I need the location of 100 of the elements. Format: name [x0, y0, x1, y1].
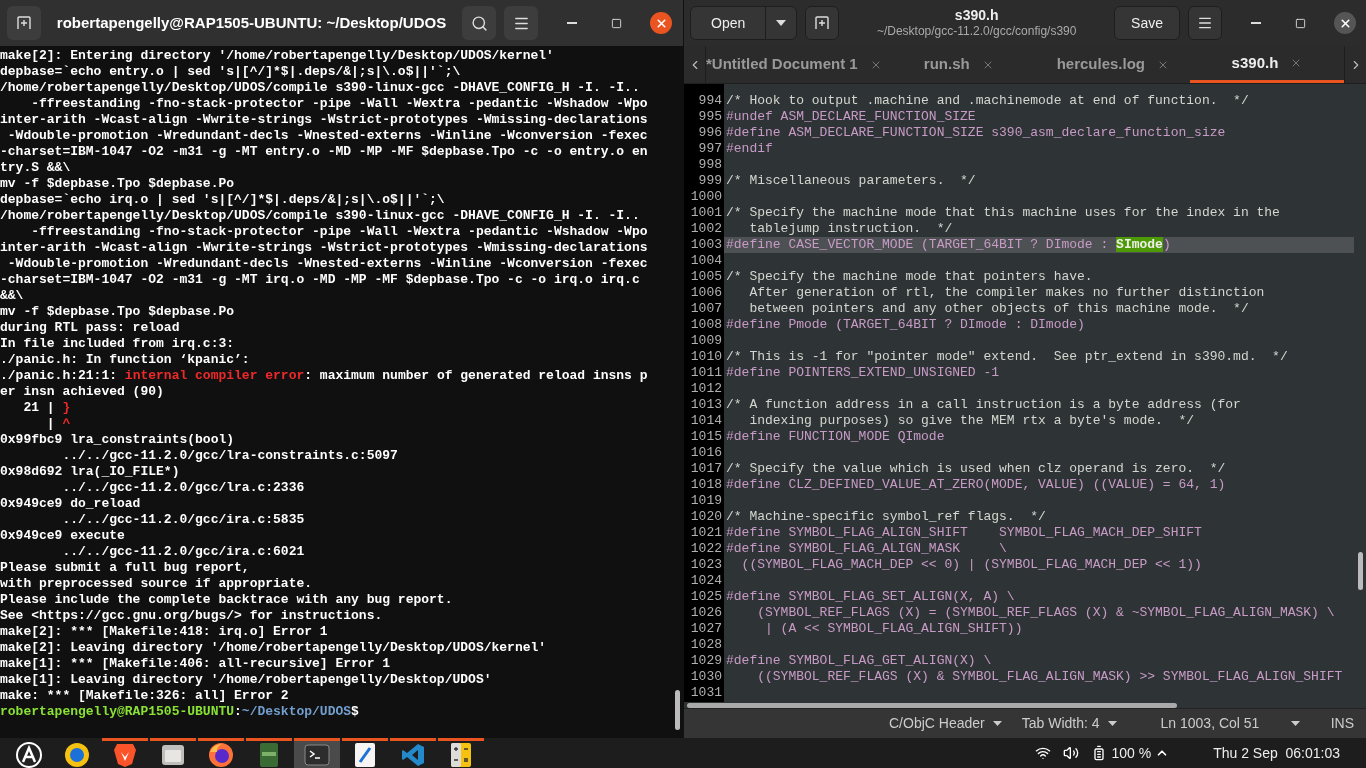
code-line: #define Pmode (TARGET_64BIT ? DImode : DImode) [725, 317, 1086, 333]
language-dropdown[interactable]: C/ObjC Header [889, 713, 1002, 734]
search-button[interactable] [462, 6, 496, 40]
tab-width-dropdown[interactable]: Tab Width: 4 [1021, 713, 1117, 734]
line-number: 1016 [690, 445, 722, 460]
scrollbar-thumb[interactable] [1358, 552, 1363, 590]
line-number: 1010 [690, 349, 722, 364]
code-line: #define SYMBOL_FLAG_SET_ALIGN(X, A) \ [725, 589, 1016, 605]
line-number: 999 [698, 173, 722, 188]
terminal-line: 0x98d692 lra(_IO_FILE*) [0, 464, 180, 480]
document-tab[interactable]: hercules.log [1035, 46, 1190, 83]
close-button[interactable] [1334, 12, 1356, 34]
line-number: 1003 [690, 237, 722, 252]
code-line: /* Specify the machine mode that pointers have. [725, 269, 1094, 285]
code-line: /* This is -1 for "pointer mode" extend. See ptr_extend in s390.md. */ [725, 349, 1289, 365]
terminal-line: mv -f $depbase.Tpo $depbase.Po [0, 304, 235, 320]
insert-mode: INS [1330, 714, 1354, 733]
caret-icon [992, 721, 1002, 726]
pencil-page-icon [354, 741, 376, 768]
line-number: 1028 [690, 637, 722, 652]
terminal-line: depbase=`echo entry.o | sed 's|[^/]*$|.deps/&|;s|\.o$||'`;\ [0, 64, 461, 80]
line-number: 1021 [690, 525, 722, 540]
code-line: After generation of rtl, the compiler makes no further distinction [748, 285, 1266, 301]
save-button[interactable]: Save [1114, 6, 1180, 40]
code-line: /* Specify the value which is used when clz operand is zero. */ [725, 461, 1227, 477]
line-number: 1026 [690, 605, 722, 620]
terminal-line: ../../gcc-11.2.0/gcc/ira.c:5835 [61, 512, 305, 528]
minimize-icon [1251, 22, 1261, 24]
terminal-line: make[2]: *** [Makefile:418: irq.o] Error 1 [0, 624, 328, 640]
new-tab-icon [15, 14, 33, 32]
code-line: #define SYMBOL_FLAG_ALIGN_MASK \ [725, 541, 1008, 557]
code-line: #define CLZ_DEFINED_VALUE_AT_ZERO(MODE, VALUE) ((VALUE) = 64, 1) [725, 477, 1227, 493]
code-line: ((SYMBOL_REF_FLAGS (X) & SYMBOL_FLAG_ALIGN_MASK) >> SYMBOL_FLAG_ALIGN_SHIFT [756, 669, 1344, 685]
terminal-line: ./panic.h:21:1: internal compiler error: maximum number of generated reload insns p [0, 368, 648, 384]
terminal-line: /home/robertapengelly/Desktop/UDOS/compile s390-linux-gcc -DHAVE_CONFIG_H -I. -I.. [0, 208, 640, 224]
terminal-line: try.S &&\ [0, 160, 71, 176]
terminal-line: robertapengelly@RAP1505-UBUNTU:~/Desktop/UDOS$ [0, 704, 360, 720]
line-number: 998 [698, 157, 722, 172]
caret-icon [1291, 721, 1301, 726]
dock-item[interactable] [246, 738, 292, 768]
terminal-line: 0x99fbc9 lra_constraints(bool) [0, 432, 235, 448]
terminal-line: depbase=`echo irq.o | sed 's|[^/]*$|.deps/&|;s|\.o$||'`;\ [0, 192, 445, 208]
code-line: between pointers and any other objects of this machine mode. */ [748, 301, 1250, 317]
dock-item[interactable] [198, 738, 244, 768]
terminal-line: /home/robertapengelly/Desktop/UDOS/compile s390-linux-gcc -DHAVE_CONFIG_H -I. -I.. [0, 80, 640, 96]
line-number: 1014 [690, 413, 722, 428]
code-line: #define SYMBOL_FLAG_ALIGN_SHIFT SYMBOL_FLAG_MACH_DEP_SHIFT [725, 525, 1203, 541]
cursor-position-dropdown[interactable]: Ln 1003, Col 51 [1160, 713, 1301, 734]
line-number: 1027 [690, 621, 722, 636]
document-tab[interactable]: run.sh [881, 46, 1036, 83]
line-number: 994 [698, 93, 722, 108]
wifi-icon[interactable] [1035, 745, 1052, 761]
maximize-icon [610, 17, 622, 29]
terminal-line: inter-arith -Wcast-align -Wwrite-strings -Wstrict-prototypes -Wmissing-declarations [0, 240, 648, 256]
scrollbar-thumb[interactable] [675, 690, 680, 730]
code-line: #define POINTERS_EXTEND_UNSIGNED -1 [725, 365, 1001, 381]
code-line: #define SYMBOL_FLAG_GET_ALIGN(X) \ [725, 653, 993, 669]
terminal-line: 0x949ce9 do_reload [0, 496, 141, 512]
terminal-line: inter-arith -Wcast-align -Wwrite-strings -Wstrict-prototypes -Wmissing-declarations [0, 112, 648, 128]
caret-icon [776, 20, 787, 26]
folder-icon [161, 742, 185, 767]
volume-icon[interactable] [1063, 745, 1080, 761]
new-tab-button[interactable] [805, 6, 840, 40]
terminal-line: make[1]: *** [Makefile:406: all-recursive] Error 1 [0, 656, 391, 672]
code-line: /* Miscellaneous parameters. */ [725, 173, 977, 189]
terminal-line: with preprocessed source if appropriate. [0, 576, 313, 592]
code-line: indexing purposes) so give the MEM rtx a byte's mode. */ [748, 413, 1196, 429]
terminal-line: See <https://gcc.gnu.org/bugs/> for instructions. [0, 608, 383, 624]
terminal-line: during RTL pass: reload [0, 320, 180, 336]
globe-icon [64, 741, 90, 768]
terminal-line: -ffreestanding -fno-stack-protector -pipe -Wall -Wextra -pedantic -Wshadow -Wpo [30, 224, 648, 240]
terminal-line: Please include the complete backtrace with any bug report. [0, 592, 453, 608]
lion-shield-icon [113, 741, 137, 768]
document-tab[interactable]: s390.h [1189, 46, 1344, 83]
line-number: 1007 [690, 301, 722, 316]
new-tab-button[interactable] [7, 6, 41, 40]
close-icon [654, 16, 668, 30]
clock[interactable]: Thu 2 Sep 06:01:03 [1213, 742, 1340, 764]
line-number: 1024 [690, 573, 722, 588]
horizontal-scrollbar-thumb[interactable] [687, 702, 1177, 708]
close-button[interactable] [650, 12, 672, 34]
document-path: ~/Desktop/gcc-11.2.0/gcc/config/s390 [876, 24, 1077, 40]
terminal-line: mv -f $depbase.Tpo $depbase.Po [0, 176, 235, 192]
line-number: 1008 [690, 317, 722, 332]
menu-button[interactable] [504, 6, 538, 40]
terminal-line: | ^ [45, 416, 71, 432]
dock-item[interactable] [342, 738, 388, 768]
terminal-line: make[2]: Entering directory '/home/robertapengelly/Desktop/UDOS/kernel' [0, 48, 554, 64]
document-tab[interactable]: *Untitled Document 1 [706, 46, 882, 83]
line-number: 1018 [690, 477, 722, 492]
line-number: 1020 [690, 509, 722, 524]
code-ribbon-icon [401, 742, 425, 767]
code-line: /* Specify the machine mode that this machine uses for the index in the [725, 205, 1281, 221]
line-number: 1002 [690, 221, 722, 236]
menu-button[interactable] [1188, 6, 1222, 40]
line-number: 1011 [690, 365, 722, 380]
dock-item[interactable] [150, 738, 196, 768]
terminal-line: ../../gcc-11.2.0/gcc/ira.c:6021 [61, 544, 305, 560]
dock-item[interactable] [438, 738, 484, 768]
terminal-line: 21 | } [22, 400, 71, 416]
